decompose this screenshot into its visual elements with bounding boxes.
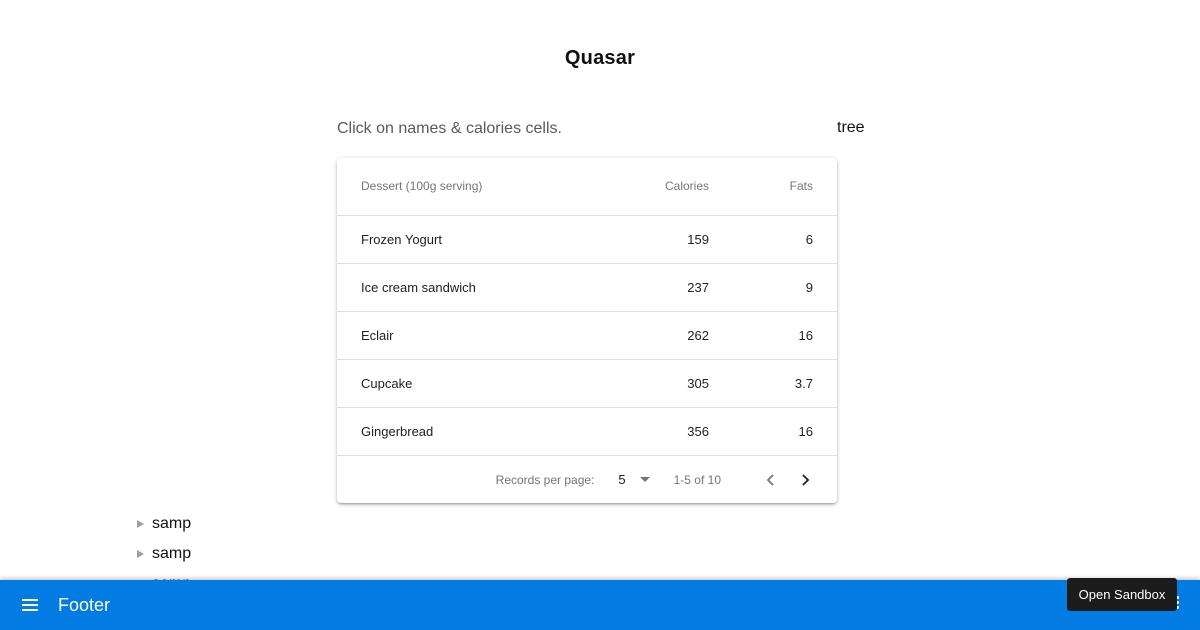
expand-arrow-icon [137,520,144,528]
desserts-table-card: Dessert (100g serving) Calories Fats Fro… [337,158,837,503]
instructions-text: Click on names & calories cells. [337,120,562,137]
cell-calories[interactable]: 237 [617,263,733,312]
tree-node-label: samp [152,515,192,532]
footer-title: Footer [58,594,111,615]
records-per-page-value: 5 [618,472,626,487]
footer-toolbar: Footer [0,580,1200,630]
table-header-row: Dessert (100g serving) Calories Fats [337,158,837,216]
cell-name[interactable]: Ice cream sandwich [337,263,617,312]
tree-node[interactable]: samp [137,509,191,539]
cell-fats: 6 [733,215,837,264]
next-page-button[interactable] [793,468,817,492]
cell-calories[interactable]: 356 [617,407,733,456]
expand-arrow-icon [137,550,144,558]
desserts-table: Dessert (100g serving) Calories Fats Fro… [337,158,837,456]
table-pagination: Records per page: 5 1-5 of 10 [337,456,837,504]
menu-icon [22,599,38,611]
previous-page-button[interactable] [759,468,783,492]
table-row: Frozen Yogurt 159 6 [337,215,837,264]
caret-down-icon [639,477,650,482]
column-header-calories[interactable]: Calories [617,158,733,216]
tree-label: tree [837,119,865,136]
cell-name[interactable]: Eclair [337,311,617,360]
table-row: Ice cream sandwich 237 9 [337,263,837,312]
cell-name[interactable]: Cupcake [337,359,617,408]
cell-calories[interactable]: 305 [617,359,733,408]
cell-fats: 9 [733,263,837,312]
menu-button[interactable] [18,593,42,617]
cell-calories[interactable]: 262 [617,311,733,360]
cell-fats: 3.7 [733,359,837,408]
cell-calories[interactable]: 159 [617,215,733,264]
open-sandbox-button[interactable]: Open Sandbox [1067,578,1177,611]
chevron-left-icon [766,473,774,486]
column-header-fats[interactable]: Fats [733,158,837,216]
page-title: Quasar [564,47,636,69]
chevron-right-icon [802,473,810,486]
tree-node-label: samp [152,545,192,562]
tree-node[interactable]: samp [137,539,191,569]
column-header-dessert[interactable]: Dessert (100g serving) [337,158,617,216]
table-row: Cupcake 305 3.7 [337,359,837,408]
pagination-range: 1-5 of 10 [673,472,721,487]
cell-name[interactable]: Gingerbread [337,407,617,456]
records-per-page-label: Records per page: [495,472,595,487]
cell-fats: 16 [733,311,837,360]
records-per-page-select[interactable]: 5 [618,472,650,487]
cell-fats: 16 [733,407,837,456]
table-row: Gingerbread 356 16 [337,407,837,456]
cell-name[interactable]: Frozen Yogurt [337,215,617,264]
table-row: Eclair 262 16 [337,311,837,360]
